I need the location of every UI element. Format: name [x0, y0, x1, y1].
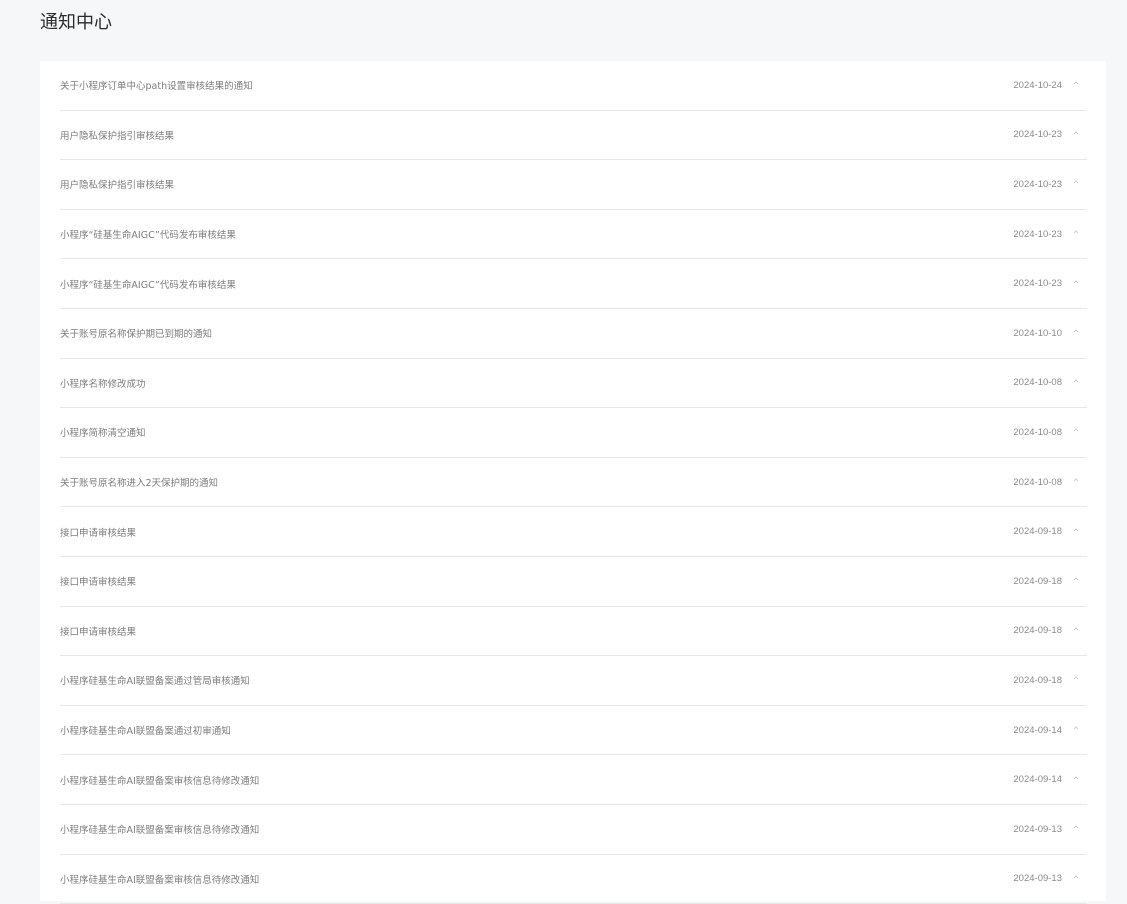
notification-item[interactable]: 小程序简称清空通知 2024-10-08: [60, 408, 1087, 458]
notification-item[interactable]: 关于账号原名称保护期已到期的通知 2024-10-10: [60, 309, 1087, 359]
notification-title: 小程序“硅基生命AIGC”代码发布审核结果: [60, 227, 1002, 241]
notification-list: 关于小程序订单中心path设置审核结果的通知 2024-10-24 用户隐私保护…: [40, 61, 1106, 904]
chevron-up-icon: [1073, 527, 1079, 533]
chevron-up-icon: [1073, 328, 1079, 334]
chevron-up-icon: [1073, 874, 1079, 880]
notification-title: 小程序硅基生命AI联盟备案通过初审通知: [60, 723, 1002, 737]
chevron-up-icon: [1073, 427, 1079, 433]
notification-title: 小程序简称清空通知: [60, 425, 1002, 439]
chevron-up-icon: [1073, 775, 1079, 781]
notification-item[interactable]: 接口申请审核结果 2024-09-18: [60, 557, 1087, 607]
notification-date: 2024-09-13: [1002, 824, 1062, 835]
notification-date: 2024-09-18: [1002, 675, 1062, 686]
notification-item[interactable]: 接口申请审核结果 2024-09-18: [60, 507, 1087, 557]
chevron-up-icon: [1073, 80, 1079, 86]
notification-item[interactable]: 小程序“硅基生命AIGC”代码发布审核结果 2024-10-23: [60, 259, 1087, 309]
notification-date: 2024-10-08: [1002, 477, 1062, 488]
notification-date: 2024-10-24: [1002, 80, 1062, 91]
notification-date: 2024-10-23: [1002, 229, 1062, 240]
notification-title: 小程序名称修改成功: [60, 376, 1002, 390]
notification-title: 用户隐私保护指引审核结果: [60, 177, 1002, 191]
notification-item[interactable]: 小程序硅基生命AI联盟备案通过初审通知 2024-09-14: [60, 706, 1087, 756]
notification-item[interactable]: 小程序名称修改成功 2024-10-08: [60, 359, 1087, 409]
notification-item[interactable]: 关于账号原名称进入2天保护期的通知 2024-10-08: [60, 458, 1087, 508]
chevron-up-icon: [1073, 130, 1079, 136]
notification-date: 2024-09-18: [1002, 526, 1062, 537]
notification-title: 用户隐私保护指引审核结果: [60, 128, 1002, 142]
notification-item[interactable]: 接口申请审核结果 2024-09-18: [60, 607, 1087, 657]
notification-date: 2024-10-10: [1002, 328, 1062, 339]
notification-date: 2024-10-08: [1002, 377, 1062, 388]
notification-title: 接口申请审核结果: [60, 624, 1002, 638]
chevron-up-icon: [1073, 725, 1079, 731]
chevron-up-icon: [1073, 279, 1079, 285]
notification-date: 2024-10-08: [1002, 427, 1062, 438]
notification-title: 小程序硅基生命AI联盟备案审核信息待修改通知: [60, 773, 1002, 787]
notification-item[interactable]: 小程序硅基生命AI联盟备案审核信息待修改通知 2024-09-14: [60, 755, 1087, 805]
notification-item[interactable]: 用户隐私保护指引审核结果 2024-10-23: [60, 160, 1087, 210]
chevron-up-icon: [1073, 576, 1079, 582]
chevron-up-icon: [1073, 378, 1079, 384]
notification-title: 关于账号原名称进入2天保护期的通知: [60, 475, 1002, 489]
notification-date: 2024-09-14: [1002, 725, 1062, 736]
notification-item[interactable]: 小程序硅基生命AI联盟备案审核信息待修改通知 2024-09-13: [60, 855, 1087, 904]
notification-panel: 关于小程序订单中心path设置审核结果的通知 2024-10-24 用户隐私保护…: [40, 61, 1106, 901]
notification-date: 2024-09-13: [1002, 873, 1062, 884]
notification-item[interactable]: 小程序“硅基生命AIGC”代码发布审核结果 2024-10-23: [60, 210, 1087, 260]
notification-title: 接口申请审核结果: [60, 525, 1002, 539]
notification-title: 关于账号原名称保护期已到期的通知: [60, 326, 1002, 340]
notification-title: 接口申请审核结果: [60, 574, 1002, 588]
notification-date: 2024-09-18: [1002, 576, 1062, 587]
notification-item[interactable]: 小程序硅基生命AI联盟备案审核信息待修改通知 2024-09-13: [60, 805, 1087, 855]
notification-item[interactable]: 关于小程序订单中心path设置审核结果的通知 2024-10-24: [60, 61, 1087, 111]
chevron-up-icon: [1073, 675, 1079, 681]
notification-title: 小程序硅基生命AI联盟备案通过管局审核通知: [60, 673, 1002, 687]
notification-date: 2024-10-23: [1002, 179, 1062, 190]
chevron-up-icon: [1073, 477, 1079, 483]
chevron-up-icon: [1073, 179, 1079, 185]
page-title: 通知中心: [40, 10, 112, 36]
notification-title: 小程序硅基生命AI联盟备案审核信息待修改通知: [60, 822, 1002, 836]
notification-date: 2024-09-14: [1002, 774, 1062, 785]
notification-item[interactable]: 用户隐私保护指引审核结果 2024-10-23: [60, 111, 1087, 161]
notification-title: 小程序“硅基生命AIGC”代码发布审核结果: [60, 277, 1002, 291]
chevron-up-icon: [1073, 229, 1079, 235]
notification-date: 2024-10-23: [1002, 129, 1062, 140]
notification-item[interactable]: 小程序硅基生命AI联盟备案通过管局审核通知 2024-09-18: [60, 656, 1087, 706]
notification-date: 2024-10-23: [1002, 278, 1062, 289]
notification-title: 关于小程序订单中心path设置审核结果的通知: [60, 78, 1002, 92]
chevron-up-icon: [1073, 824, 1079, 830]
chevron-up-icon: [1073, 626, 1079, 632]
notification-date: 2024-09-18: [1002, 625, 1062, 636]
